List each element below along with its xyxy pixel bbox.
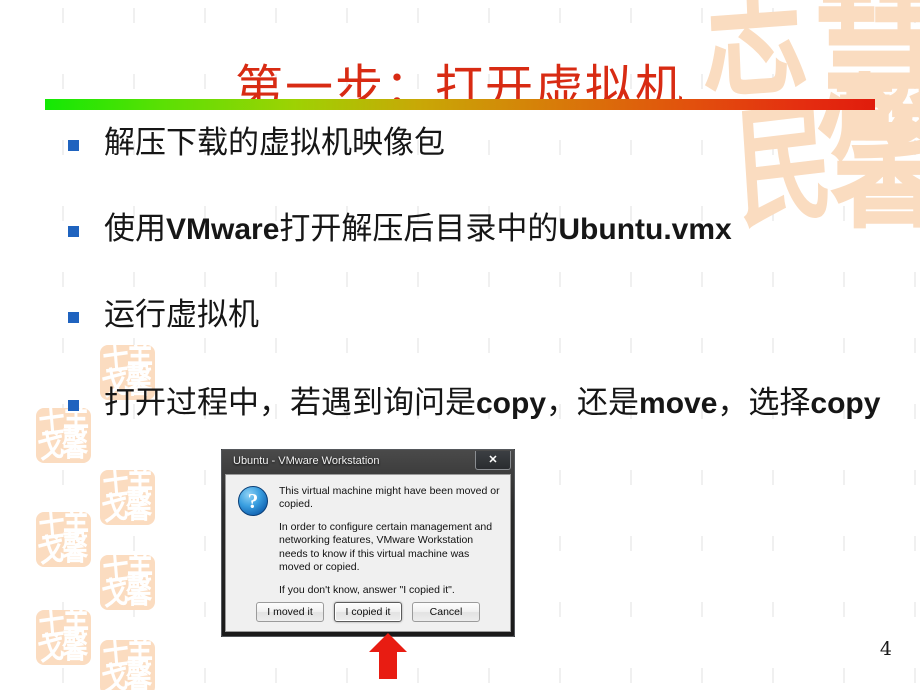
watermark-stamp-glyph: 羊 bbox=[127, 640, 154, 674]
page-number: 4 bbox=[879, 638, 892, 660]
watermark-stamp-glyph: 士 bbox=[101, 640, 131, 676]
bullet-text-3: 运行虚拟机 bbox=[104, 297, 259, 333]
bullet-text-1: 解压下载的虚拟机映像包 bbox=[104, 125, 445, 161]
watermark-stamp-glyph: 士 bbox=[37, 512, 67, 548]
watermark-stamp-glyph: 羊 bbox=[127, 470, 154, 504]
bullet-square-icon bbox=[68, 312, 79, 323]
watermark-stamp-glyph: 士 bbox=[101, 470, 131, 506]
bullet-square-icon bbox=[68, 400, 79, 411]
dialog-paragraph-3: If you don't know, answer "I copied it". bbox=[279, 583, 455, 596]
bullet-item-4: 打开过程中，若遇到询问是copy，还是move，选择copy bbox=[68, 386, 880, 420]
watermark-stamp-glyph: 戈 bbox=[36, 427, 66, 463]
watermark-stamp-glyph: 馨 bbox=[62, 529, 89, 567]
watermark-stamp-glyph: 羊 bbox=[127, 555, 154, 589]
dialog-message: This virtual machine might have been mov… bbox=[279, 485, 502, 606]
watermark-stamp-glyph: 戈 bbox=[100, 659, 130, 690]
bullet-square-icon bbox=[68, 226, 79, 237]
dialog-paragraph-1: This virtual machine might have been mov… bbox=[279, 485, 500, 511]
dialog-paragraph-2: In order to configure certain management… bbox=[279, 520, 493, 574]
bullet-item-2: 使用VMware打开解压后目录中的Ubuntu.vmx bbox=[68, 212, 732, 246]
watermark-stamp-glyph: 士 bbox=[101, 345, 131, 381]
watermark-stamp-glyph: 馨 bbox=[126, 657, 153, 690]
bullet-text-2: 使用VMware打开解压后目录中的Ubuntu.vmx bbox=[104, 211, 732, 247]
watermark-stamp: 士羊戈馨 bbox=[100, 640, 155, 690]
watermark-stamp-glyph: 戈 bbox=[36, 629, 66, 665]
watermark-stamp-glyph: 羊 bbox=[63, 610, 90, 644]
i-moved-it-button[interactable]: I moved it bbox=[256, 602, 324, 622]
watermark-stamp-glyph: 羊 bbox=[63, 512, 90, 546]
watermark-stamp: 士羊戈馨 bbox=[100, 470, 155, 525]
i-copied-it-button[interactable]: I copied it bbox=[334, 602, 402, 622]
bullet-text-4: 打开过程中，若遇到询问是copy，还是move，选择copy bbox=[104, 385, 881, 421]
dialog-button-row: I moved it I copied it Cancel bbox=[226, 602, 510, 622]
vmware-dialog: Ubuntu - VMware Workstation ✕ ? This vir… bbox=[221, 449, 515, 637]
watermark-stamp-glyph: 馨 bbox=[62, 425, 89, 463]
close-icon[interactable]: ✕ bbox=[475, 451, 511, 470]
watermark-stamp: 士羊戈馨 bbox=[36, 512, 91, 567]
watermark-stamp-glyph: 馨 bbox=[126, 572, 153, 610]
watermark-stamp-glyph: 戈 bbox=[36, 531, 66, 567]
bullet-item-1: 解压下载的虚拟机映像包 bbox=[68, 126, 445, 160]
watermark-stamp-glyph: 馨 bbox=[126, 487, 153, 525]
watermark-stamp-glyph: 戈 bbox=[100, 489, 130, 525]
watermark-stamp-glyph: 士 bbox=[37, 610, 67, 646]
bullet-item-3: 运行虚拟机 bbox=[68, 298, 259, 332]
watermark-stamp-glyph: 士 bbox=[101, 555, 131, 591]
presentation-slide: 志 慧 民 馨 士羊戈馨士羊戈馨士羊戈馨士羊戈馨士羊戈馨士羊戈馨士羊戈馨 第一步… bbox=[0, 0, 920, 690]
cancel-button[interactable]: Cancel bbox=[412, 602, 480, 622]
red-up-arrow-icon bbox=[369, 633, 407, 679]
title-gradient-rule bbox=[45, 99, 875, 110]
watermark-stamp-glyph: 馨 bbox=[62, 627, 89, 665]
watermark-stamp: 士羊戈馨 bbox=[36, 610, 91, 665]
watermark-stamp-glyph: 士 bbox=[37, 408, 67, 444]
bullet-square-icon bbox=[68, 140, 79, 151]
dialog-titlebar: Ubuntu - VMware Workstation ✕ bbox=[225, 451, 511, 474]
dialog-title: Ubuntu - VMware Workstation bbox=[233, 455, 380, 467]
watermark-stamp-glyph: 羊 bbox=[127, 345, 154, 379]
dialog-body: ? This virtual machine might have been m… bbox=[225, 474, 511, 632]
watermark-stamp-glyph: 戈 bbox=[100, 574, 130, 610]
watermark-stamp: 士羊戈馨 bbox=[100, 555, 155, 610]
question-icon: ? bbox=[238, 486, 268, 516]
